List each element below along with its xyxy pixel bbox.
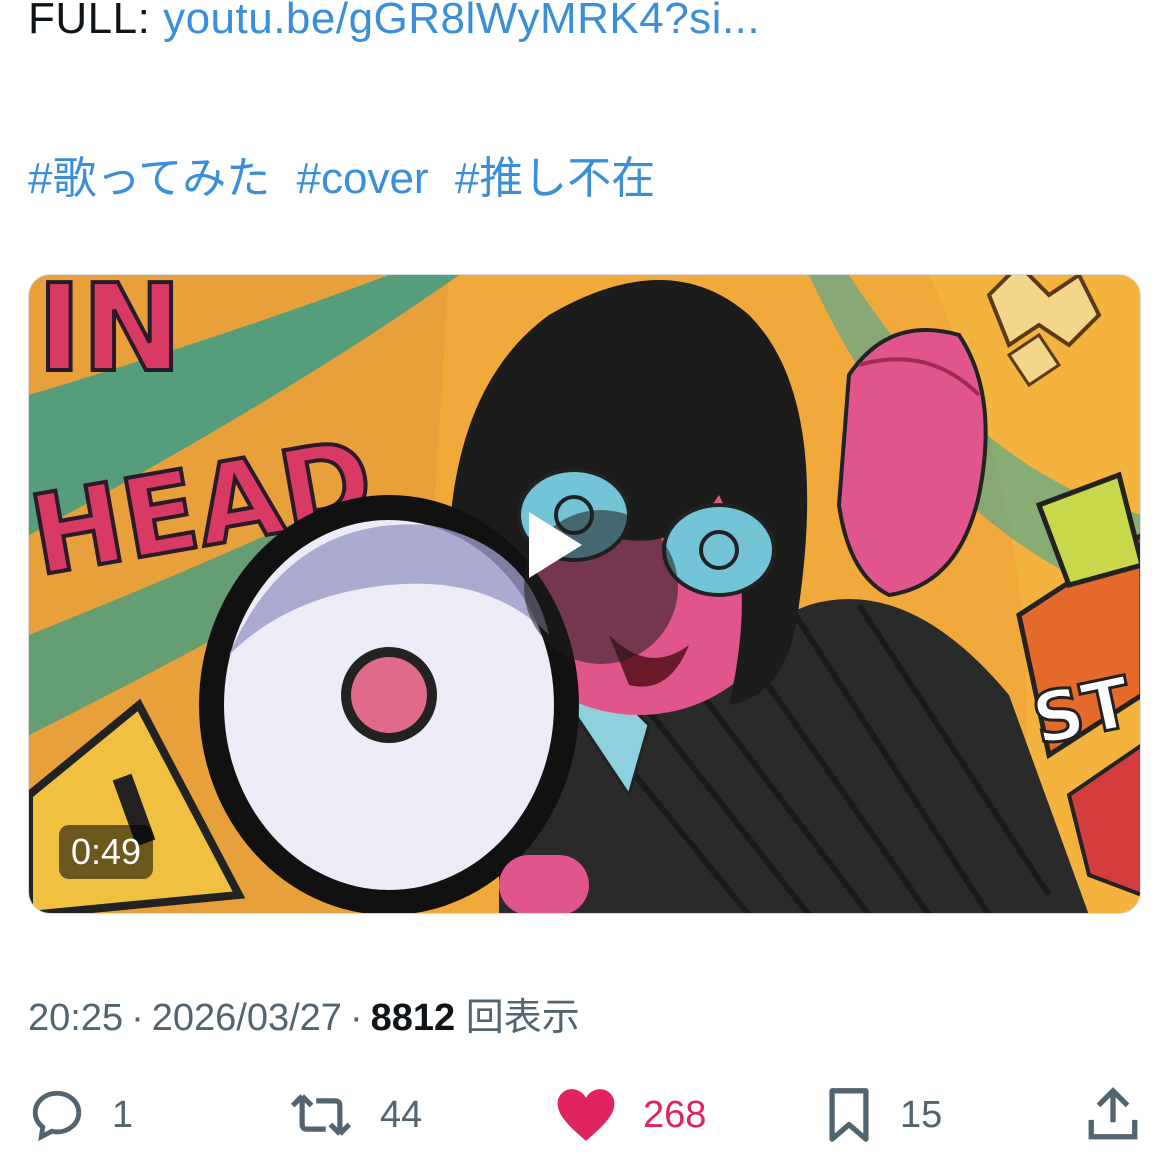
share-button[interactable] xyxy=(1086,1080,1140,1150)
reply-count: 1 xyxy=(112,1093,134,1136)
meta-separator: · xyxy=(349,997,363,1039)
bookmark-button[interactable]: 15 xyxy=(824,1080,942,1150)
hashtag-oshi-fuzai[interactable]: #推し不在 xyxy=(455,154,655,203)
hashtag-list: #歌ってみた #cover #推し不在 xyxy=(28,142,669,206)
play-icon xyxy=(529,512,582,578)
repost-icon xyxy=(290,1094,352,1136)
full-prefix: FULL: xyxy=(28,0,151,43)
reply-icon xyxy=(32,1090,82,1142)
post-time[interactable]: 20:25 xyxy=(28,997,123,1039)
youtube-link[interactable]: youtu.be/gGR8lWyMRK4?si... xyxy=(163,0,760,43)
artwork-text-in: IN xyxy=(37,275,182,399)
post-meta: 20:25 · 2026/03/27 · 8812 回表示 xyxy=(28,986,580,1041)
bookmark-icon xyxy=(829,1088,869,1142)
hashtag-utattemita[interactable]: #歌ってみた xyxy=(28,154,270,203)
repost-count: 44 xyxy=(380,1093,423,1136)
reply-button[interactable]: 1 xyxy=(28,1080,133,1150)
heart-icon xyxy=(557,1089,615,1141)
repost-button[interactable]: 44 xyxy=(288,1080,422,1150)
view-count: 8812 xyxy=(370,997,456,1039)
like-button[interactable]: 268 xyxy=(555,1080,706,1150)
share-icon xyxy=(1088,1087,1138,1140)
post-date[interactable]: 2026/03/27 xyxy=(152,997,342,1039)
play-button[interactable] xyxy=(524,510,678,664)
video-duration: 0:49 xyxy=(59,825,154,879)
view-label: 回表示 xyxy=(465,997,580,1039)
video-player[interactable]: IN HEAD ST 0:49 xyxy=(28,274,1141,914)
bookmark-count: 15 xyxy=(900,1093,943,1136)
full-link-line: FULL: youtu.be/gGR8lWyMRK4?si... xyxy=(28,0,760,44)
hashtag-cover[interactable]: #cover xyxy=(297,154,429,203)
meta-separator: · xyxy=(131,997,144,1039)
action-bar: 1 44 268 15 xyxy=(0,1080,1170,1150)
like-count: 268 xyxy=(643,1093,707,1136)
